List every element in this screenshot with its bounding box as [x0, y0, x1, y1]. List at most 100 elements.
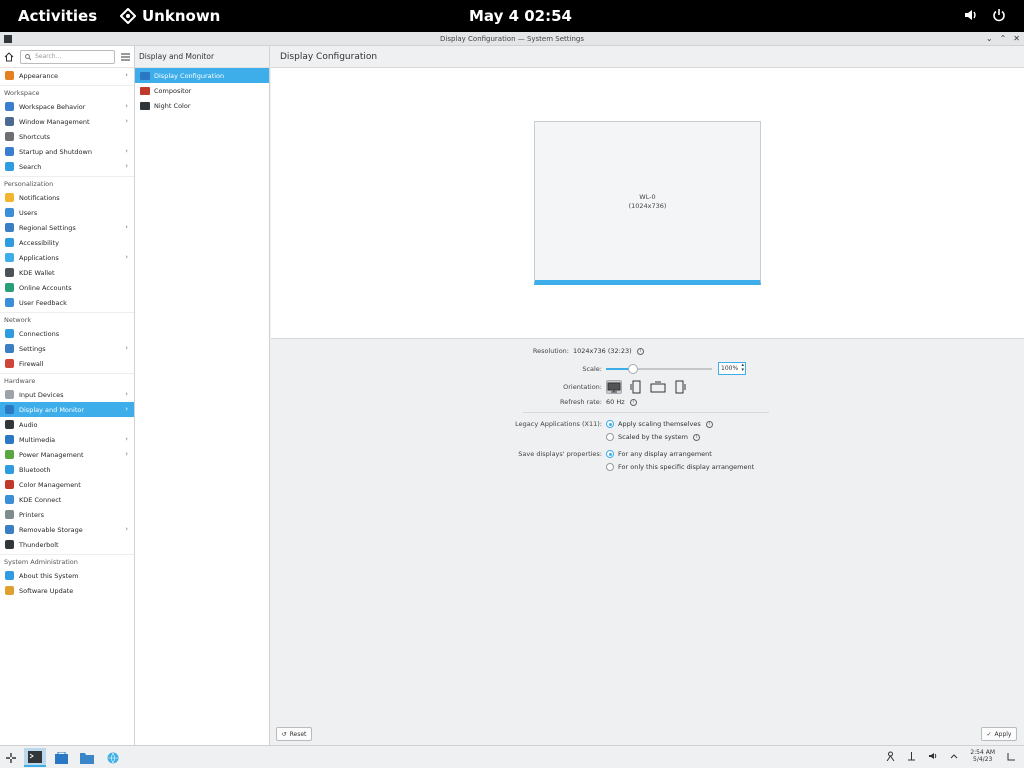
- resolution-value[interactable]: 1024x736 (32:23): [573, 347, 632, 355]
- volume-tray-icon[interactable]: [928, 751, 938, 761]
- orientation-label: Orientation:: [563, 383, 602, 391]
- sidebar-item-settings[interactable]: Settings ›: [0, 341, 134, 356]
- refresh-rate-value[interactable]: 60 Hz: [606, 398, 625, 406]
- scale-slider-handle[interactable]: [627, 363, 638, 374]
- landscape-inverted-icon: [650, 381, 666, 393]
- sidebar-item-multimedia[interactable]: Multimedia ›: [0, 432, 134, 447]
- sidebar-item-about-this-system[interactable]: About this System: [0, 568, 134, 583]
- sidebar-item-applications[interactable]: Applications ›: [0, 250, 134, 265]
- sidebar-item-appearance[interactable]: Appearance ›: [0, 68, 134, 83]
- legacy-scaled-by-system-radio[interactable]: [606, 433, 614, 441]
- orientation-normal-button[interactable]: [606, 380, 622, 394]
- maximize-icon[interactable]: ⌃: [1000, 34, 1007, 43]
- chevron-right-icon: ›: [125, 390, 128, 398]
- legacy-scaled-info-icon[interactable]: i: [692, 433, 700, 441]
- sidebar-item-kde-wallet[interactable]: KDE Wallet: [0, 265, 134, 280]
- appearance-icon: [5, 71, 14, 80]
- save-any-arrangement-radio[interactable]: [606, 450, 614, 458]
- sidebar: Search... Appearance › Workspace Workspace …: [0, 46, 135, 745]
- sidebar-item-shortcuts[interactable]: Shortcuts: [0, 129, 134, 144]
- network-tray-icon[interactable]: [907, 751, 916, 761]
- task-file-manager[interactable]: [76, 748, 98, 767]
- sidebar-item-firewall[interactable]: Firewall: [0, 356, 134, 371]
- feedback-icon: [5, 298, 14, 307]
- sidebar-item-online-accounts[interactable]: Online Accounts: [0, 280, 134, 295]
- task-system-settings[interactable]: [24, 748, 46, 767]
- sidebar-item-software-update[interactable]: Software Update: [0, 583, 134, 598]
- legacy-option-scaled-by-system[interactable]: Scaled by the system: [618, 433, 688, 441]
- sidebar-item-startup-and-shutdown[interactable]: Startup and Shutdown ›: [0, 144, 134, 159]
- clock[interactable]: May 4 02:54: [469, 7, 572, 25]
- save-option-any[interactable]: For any display arrangement: [618, 450, 712, 458]
- spin-arrows-icon[interactable]: ▴ ▾: [741, 363, 744, 373]
- legacy-option-apply-scaling[interactable]: Apply scaling themselves: [618, 420, 701, 428]
- minimize-icon[interactable]: ⌄: [986, 34, 993, 43]
- system-tray[interactable]: [964, 8, 1006, 22]
- sidebar-item-display-and-monitor[interactable]: Display and Monitor ›: [0, 402, 134, 417]
- user-status-icon[interactable]: [886, 751, 895, 761]
- sidebar-item-kde-connect[interactable]: KDE Connect: [0, 492, 134, 507]
- power-icon[interactable]: [992, 8, 1006, 22]
- subpanel-item-label: Compositor: [154, 86, 192, 95]
- orientation-left-button[interactable]: [628, 380, 644, 394]
- sidebar-item-label: Accessibility: [19, 238, 59, 247]
- home-icon[interactable]: [4, 51, 14, 62]
- task-browser[interactable]: [102, 748, 124, 767]
- sidebar-item-window-management[interactable]: Window Management ›: [0, 114, 134, 129]
- app-menu[interactable]: Unknown: [120, 7, 220, 25]
- subpanel-item-night-color[interactable]: Night Color: [135, 98, 269, 113]
- apply-button[interactable]: ✓ Apply: [981, 727, 1017, 741]
- resolution-info-icon[interactable]: i: [636, 347, 644, 355]
- night-color-icon: [140, 101, 150, 110]
- sidebar-item-notifications[interactable]: Notifications: [0, 190, 134, 205]
- tray-expand-icon[interactable]: [950, 753, 958, 759]
- tray-clock[interactable]: 2:54 AM 5/4/23: [970, 749, 995, 763]
- sidebar-item-audio[interactable]: Audio: [0, 417, 134, 432]
- sidebar-item-users[interactable]: Users: [0, 205, 134, 220]
- scale-slider[interactable]: [606, 363, 712, 374]
- sidebar-item-regional-settings[interactable]: Regional Settings ›: [0, 220, 134, 235]
- sidebar-item-label: Users: [19, 208, 38, 217]
- search-icon: [5, 162, 14, 171]
- task-discover[interactable]: [50, 748, 72, 767]
- orientation-right-button[interactable]: [672, 380, 688, 394]
- sidebar-item-input-devices[interactable]: Input Devices ›: [0, 387, 134, 402]
- close-icon[interactable]: ✕: [1013, 34, 1020, 43]
- monitor-icon: [5, 405, 14, 414]
- show-desktop-icon[interactable]: [1007, 752, 1016, 761]
- orientation-inverted-button[interactable]: [650, 380, 666, 394]
- save-option-specific[interactable]: For only this specific display arrangeme…: [618, 463, 754, 471]
- subpanel-item-compositor[interactable]: Compositor: [135, 83, 269, 98]
- sidebar-item-search[interactable]: Search ›: [0, 159, 134, 174]
- title-bar[interactable]: Display Configuration — System Settings …: [0, 32, 1024, 46]
- legacy-apply-scaling-radio[interactable]: [606, 420, 614, 428]
- sidebar-item-connections[interactable]: Connections: [0, 326, 134, 341]
- activities-button[interactable]: Activities: [18, 7, 97, 25]
- scale-spinbox[interactable]: 100% ▴ ▾: [718, 362, 746, 375]
- search-field[interactable]: Search...: [20, 49, 115, 64]
- sidebar-item-user-feedback[interactable]: User Feedback: [0, 295, 134, 310]
- save-specific-arrangement-radio[interactable]: [606, 463, 614, 471]
- sidebar-item-accessibility[interactable]: Accessibility: [0, 235, 134, 250]
- subpanel-list: Display Configuration Compositor Night Col…: [135, 68, 269, 113]
- legacy-apply-info-icon[interactable]: i: [705, 420, 713, 428]
- refresh-rate-info-icon[interactable]: i: [629, 398, 637, 406]
- checkmark-icon: ✓: [986, 730, 992, 738]
- volume-icon[interactable]: [964, 8, 978, 22]
- sidebar-item-printers[interactable]: Printers: [0, 507, 134, 522]
- app-launcher-button[interactable]: [0, 748, 22, 767]
- output-screen[interactable]: WL-0 (1024x736): [534, 121, 761, 285]
- multimedia-icon: [5, 435, 14, 444]
- sidebar-item-power-management[interactable]: Power Management ›: [0, 447, 134, 462]
- subpanel-item-display-configuration[interactable]: Display Configuration: [135, 68, 269, 83]
- sidebar-item-thunderbolt[interactable]: Thunderbolt: [0, 537, 134, 552]
- reset-button[interactable]: ↺ Reset: [276, 727, 312, 741]
- sidebar-item-color-management[interactable]: Color Management: [0, 477, 134, 492]
- chevron-right-icon: ›: [125, 147, 128, 155]
- sidebar-item-workspace-behavior[interactable]: Workspace Behavior ›: [0, 99, 134, 114]
- sidebar-item-removable-storage[interactable]: Removable Storage ›: [0, 522, 134, 537]
- hamburger-menu-icon[interactable]: [121, 53, 130, 61]
- sidebar-item-label: Thunderbolt: [19, 540, 59, 549]
- sidebar-item-bluetooth[interactable]: Bluetooth: [0, 462, 134, 477]
- chevron-right-icon: ›: [125, 525, 128, 533]
